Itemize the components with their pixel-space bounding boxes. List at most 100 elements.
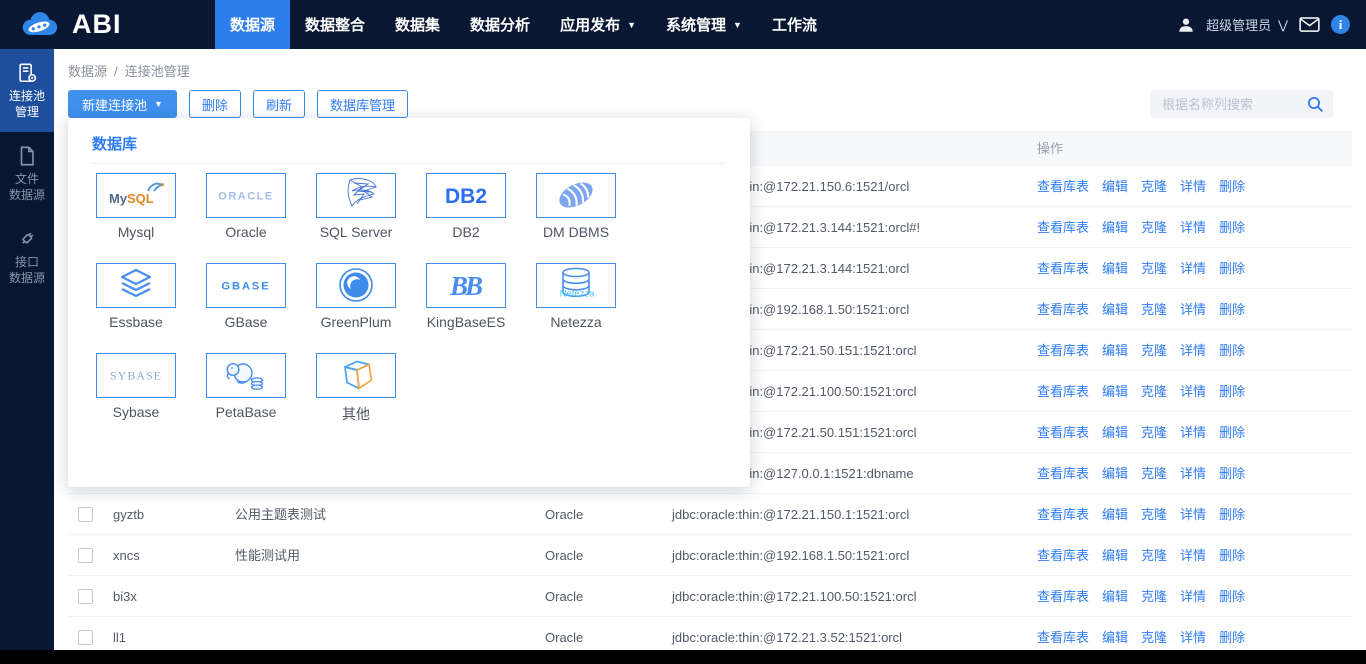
- action-link[interactable]: 详情: [1180, 494, 1206, 535]
- sidebar-item-file[interactable]: 文件 数据源: [0, 132, 54, 215]
- db-card-greenplum[interactable]: [316, 263, 396, 308]
- mail-icon[interactable]: [1299, 17, 1320, 32]
- action-link[interactable]: 删除: [1219, 166, 1245, 207]
- action-link[interactable]: 克隆: [1141, 371, 1167, 412]
- action-link[interactable]: 详情: [1180, 207, 1206, 248]
- action-link[interactable]: 编辑: [1102, 412, 1128, 453]
- row-checkbox[interactable]: [78, 507, 93, 522]
- action-link[interactable]: 查看库表: [1037, 330, 1089, 371]
- action-link[interactable]: 详情: [1180, 289, 1206, 330]
- action-link[interactable]: 编辑: [1102, 289, 1128, 330]
- action-link[interactable]: 查看库表: [1037, 289, 1089, 330]
- action-link[interactable]: 删除: [1219, 330, 1245, 371]
- action-link[interactable]: 编辑: [1102, 494, 1128, 535]
- action-link[interactable]: 克隆: [1141, 453, 1167, 494]
- action-link[interactable]: 查看库表: [1037, 207, 1089, 248]
- action-link[interactable]: 详情: [1180, 535, 1206, 576]
- row-checkbox[interactable]: [78, 589, 93, 604]
- action-link[interactable]: 克隆: [1141, 207, 1167, 248]
- refresh-button[interactable]: 刷新: [253, 90, 305, 118]
- action-link[interactable]: 编辑: [1102, 453, 1128, 494]
- nav-item-analysis[interactable]: 数据分析 ▼: [455, 0, 545, 49]
- db-card-petabase[interactable]: [206, 353, 286, 398]
- row-checkbox[interactable]: [78, 548, 93, 563]
- db-card-gbase[interactable]: GBASE: [206, 263, 286, 308]
- db-card-oracle[interactable]: ORACLE: [206, 173, 286, 218]
- action-link[interactable]: 删除: [1219, 371, 1245, 412]
- new-pool-button[interactable]: 新建连接池 ▼: [68, 90, 177, 118]
- action-link[interactable]: 查看库表: [1037, 412, 1089, 453]
- nav-item-integration[interactable]: 数据整合 ▼: [290, 0, 380, 49]
- action-link[interactable]: 编辑: [1102, 248, 1128, 289]
- action-link[interactable]: 详情: [1180, 330, 1206, 371]
- db-card-dmdbms[interactable]: [536, 173, 616, 218]
- action-link[interactable]: 删除: [1219, 289, 1245, 330]
- db-card-db2[interactable]: DB2: [426, 173, 506, 218]
- nav-item-system[interactable]: 系统管理 ▼: [651, 0, 757, 49]
- action-link[interactable]: 查看库表: [1037, 371, 1089, 412]
- sidebar-item-pool[interactable]: 连接池 管理: [0, 49, 54, 132]
- row-actions: 查看库表编辑克隆详情删除: [1037, 166, 1245, 207]
- action-link[interactable]: 删除: [1219, 576, 1245, 617]
- action-link[interactable]: 编辑: [1102, 535, 1128, 576]
- nav-item-workflow[interactable]: 工作流 ▼: [757, 0, 832, 49]
- user-name[interactable]: 超级管理员: [1206, 15, 1271, 34]
- action-link[interactable]: 详情: [1180, 576, 1206, 617]
- top-navbar: ABI 数据源 ▼ 数据整合 ▼ 数据集 ▼ 数据分析 ▼ 应用发布 ▼ 系统管…: [0, 0, 1366, 49]
- action-link[interactable]: 查看库表: [1037, 576, 1089, 617]
- action-link[interactable]: 删除: [1219, 207, 1245, 248]
- action-link[interactable]: 克隆: [1141, 248, 1167, 289]
- svg-text:B: B: [464, 271, 483, 301]
- row-checkbox[interactable]: [78, 630, 93, 645]
- action-link[interactable]: 查看库表: [1037, 166, 1089, 207]
- action-link[interactable]: 编辑: [1102, 330, 1128, 371]
- action-link[interactable]: 克隆: [1141, 535, 1167, 576]
- action-link[interactable]: 查看库表: [1037, 494, 1089, 535]
- action-link[interactable]: 删除: [1219, 535, 1245, 576]
- sidebar-item-api[interactable]: 接口 数据源: [0, 215, 54, 298]
- action-link[interactable]: 查看库表: [1037, 453, 1089, 494]
- app-logo[interactable]: ABI: [0, 0, 215, 49]
- nav-item-datasource[interactable]: 数据源 ▼: [215, 0, 290, 49]
- delete-button[interactable]: 删除: [189, 90, 241, 118]
- db-card-netezza[interactable]: Netezza: [536, 263, 616, 308]
- action-link[interactable]: 编辑: [1102, 576, 1128, 617]
- action-link[interactable]: 克隆: [1141, 494, 1167, 535]
- action-link[interactable]: 删除: [1219, 248, 1245, 289]
- action-link[interactable]: 删除: [1219, 494, 1245, 535]
- db-card-mysql[interactable]: MySQL: [96, 173, 176, 218]
- db-card-kingbase[interactable]: BB: [426, 263, 506, 308]
- db-card-cell: SYBASE Sybase: [96, 353, 176, 428]
- chevron-down-icon[interactable]: ⋁: [1278, 18, 1288, 32]
- action-link[interactable]: 详情: [1180, 371, 1206, 412]
- cell-description: 性能测试用: [235, 535, 300, 576]
- db-card-other[interactable]: [316, 353, 396, 398]
- action-link[interactable]: 查看库表: [1037, 248, 1089, 289]
- db-card-sybase[interactable]: SYBASE: [96, 353, 176, 398]
- action-link[interactable]: 克隆: [1141, 412, 1167, 453]
- action-link[interactable]: 编辑: [1102, 371, 1128, 412]
- breadcrumb-item[interactable]: 数据源: [68, 64, 107, 79]
- action-link[interactable]: 克隆: [1141, 289, 1167, 330]
- action-link[interactable]: 详情: [1180, 248, 1206, 289]
- action-link[interactable]: 编辑: [1102, 207, 1128, 248]
- db-manage-button[interactable]: 数据库管理: [317, 90, 408, 118]
- action-link[interactable]: 编辑: [1102, 166, 1128, 207]
- nav-item-dataset[interactable]: 数据集 ▼: [380, 0, 455, 49]
- action-link[interactable]: 详情: [1180, 412, 1206, 453]
- db-card-essbase[interactable]: [96, 263, 176, 308]
- info-icon[interactable]: i: [1331, 15, 1350, 34]
- nav-item-publish[interactable]: 应用发布 ▼: [545, 0, 651, 49]
- action-link[interactable]: 详情: [1180, 166, 1206, 207]
- action-link[interactable]: 查看库表: [1037, 535, 1089, 576]
- action-link[interactable]: 克隆: [1141, 166, 1167, 207]
- db-card-sqlserver[interactable]: [316, 173, 396, 218]
- action-link[interactable]: 详情: [1180, 453, 1206, 494]
- search-icon[interactable]: [1307, 96, 1324, 113]
- ops-column-header: 操作: [1037, 131, 1063, 166]
- action-link[interactable]: 克隆: [1141, 576, 1167, 617]
- action-link[interactable]: 克隆: [1141, 330, 1167, 371]
- action-link[interactable]: 删除: [1219, 453, 1245, 494]
- action-link[interactable]: 删除: [1219, 412, 1245, 453]
- search-input[interactable]: [1162, 97, 1307, 112]
